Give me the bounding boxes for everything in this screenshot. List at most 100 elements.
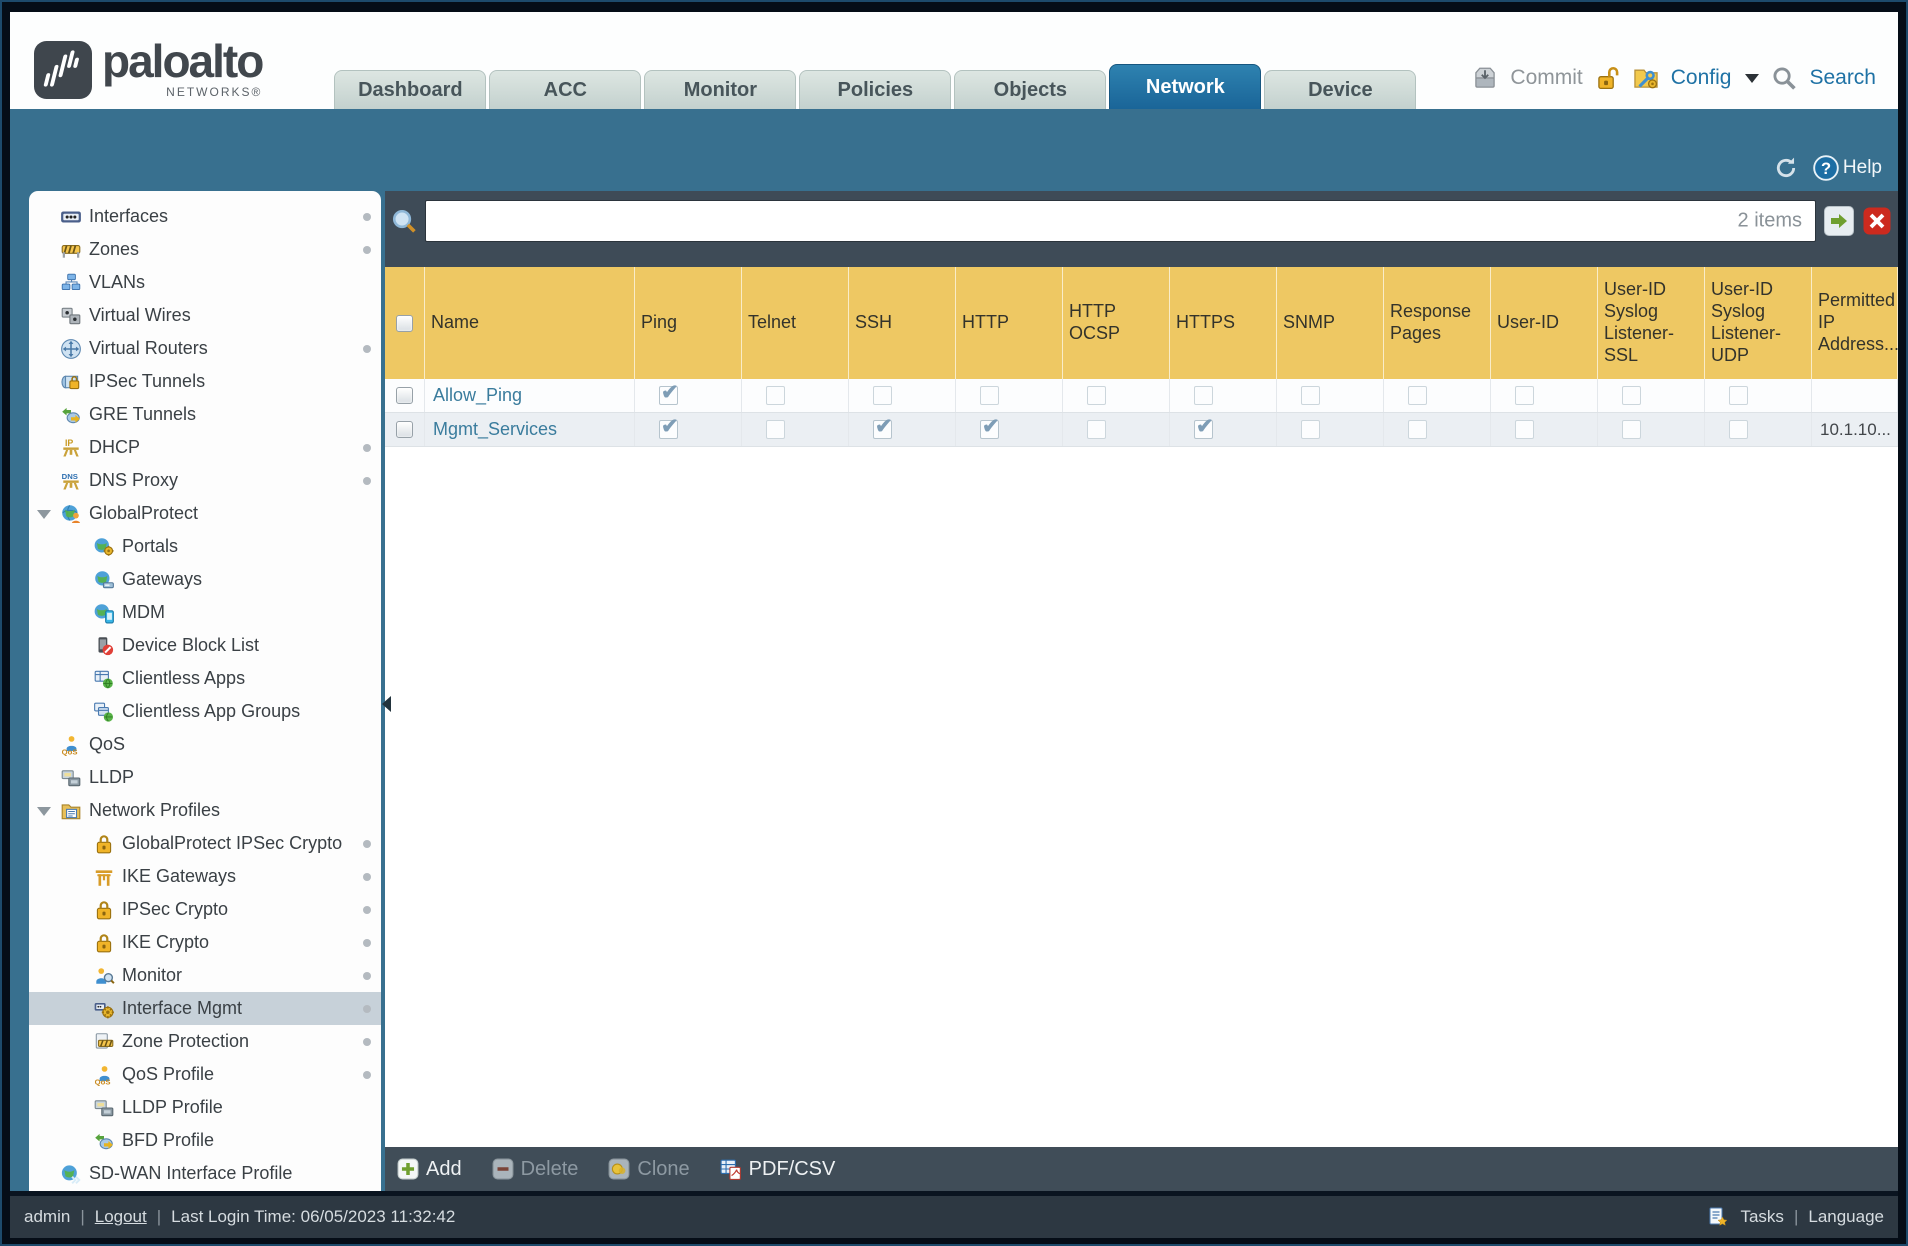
chevron-down-icon[interactable] — [1745, 73, 1760, 83]
column-header-response_pages[interactable]: Response Pages — [1384, 267, 1491, 379]
sidebar-item-portals[interactable]: Portals — [29, 530, 381, 563]
sidebar-item-ipsec-crypto[interactable]: IPSec Crypto — [29, 893, 381, 926]
sidebar-item-clientless-app-groups[interactable]: Clientless App Groups — [29, 695, 381, 728]
sidebar-item-lldp-profile[interactable]: LLDP Profile — [29, 1091, 381, 1124]
column-header-uid_syslog_ssl[interactable]: User-ID Syslog Listener-SSL — [1598, 267, 1705, 379]
sidebar-item-clientless-apps[interactable]: Clientless Apps — [29, 662, 381, 695]
search-button[interactable]: Search — [1809, 66, 1876, 90]
apply-filter-button[interactable] — [1824, 206, 1854, 236]
column-header-telnet[interactable]: Telnet — [742, 267, 849, 379]
ping-checkbox[interactable] — [659, 380, 679, 405]
row-select-checkbox[interactable] — [396, 387, 413, 404]
column-header-ssh[interactable]: SSH — [849, 267, 956, 379]
column-header-name[interactable]: Name — [425, 267, 635, 379]
select-all-checkbox[interactable] — [396, 314, 413, 332]
response_pages-checkbox[interactable] — [1408, 420, 1427, 439]
sidebar-item-ike-crypto[interactable]: IKE Crypto — [29, 926, 381, 959]
sidebar-item-globalprotect-ipsec-crypto[interactable]: GlobalProtect IPSec Crypto — [29, 827, 381, 860]
sidebar-item-dns-proxy[interactable]: DNS DNS Proxy — [29, 464, 381, 497]
ssh-checkbox[interactable] — [873, 414, 893, 439]
sidebar-item-interface-mgmt[interactable]: Interface Mgmt — [29, 992, 381, 1025]
table-row[interactable]: Allow_Ping — [385, 379, 1898, 413]
delete-button[interactable]: Delete — [492, 1158, 578, 1181]
snmp-checkbox[interactable] — [1301, 386, 1320, 405]
logout-link[interactable]: Logout — [95, 1207, 147, 1227]
sidebar-item-bfd-profile[interactable]: BFD Profile — [29, 1124, 381, 1157]
sidebar-item-network-profiles[interactable]: Network Profiles — [29, 794, 381, 827]
sidebar-item-mdm[interactable]: MDM — [29, 596, 381, 629]
tab-acc[interactable]: ACC — [489, 70, 642, 109]
telnet-checkbox[interactable] — [766, 420, 785, 439]
sidebar-item-virtual-routers[interactable]: Virtual Routers — [29, 332, 381, 365]
sidebar-item-vlans[interactable]: VLANs — [29, 266, 381, 299]
column-header-http[interactable]: HTTP — [956, 267, 1063, 379]
snmp-checkbox[interactable] — [1301, 420, 1320, 439]
http_ocsp-checkbox[interactable] — [1087, 420, 1106, 439]
tab-device[interactable]: Device — [1264, 70, 1417, 109]
uid_syslog_udp-checkbox[interactable] — [1729, 386, 1748, 405]
profile-name-link[interactable]: Allow_Ping — [433, 385, 522, 406]
tasks-button[interactable]: Tasks — [1740, 1207, 1783, 1227]
clear-filter-button[interactable] — [1862, 206, 1892, 236]
refresh-icon[interactable] — [1773, 155, 1799, 181]
sidebar-item-gre-tunnels[interactable]: GRE Tunnels — [29, 398, 381, 431]
sidebar-item-globalprotect[interactable]: GlobalProtect — [29, 497, 381, 530]
sidebar-item-lldp[interactable]: LLDP — [29, 761, 381, 794]
expand-caret-icon[interactable] — [37, 510, 51, 519]
telnet-checkbox[interactable] — [766, 386, 785, 405]
https-checkbox[interactable] — [1194, 386, 1213, 405]
help-icon[interactable]: ? — [1813, 155, 1839, 181]
lock-open-icon[interactable] — [1595, 65, 1621, 91]
language-button[interactable]: Language — [1808, 1207, 1884, 1227]
column-header-http_ocsp[interactable]: HTTP OCSP — [1063, 267, 1170, 379]
filter-input[interactable] — [425, 200, 1816, 242]
column-header-https[interactable]: HTTPS — [1170, 267, 1277, 379]
sidebar-item-virtual-wires[interactable]: Virtual Wires — [29, 299, 381, 332]
sidebar-item-sd-wan-interface-profile[interactable]: SD-WAN Interface Profile — [29, 1157, 381, 1190]
table-row[interactable]: Mgmt_Services 10.1.10... — [385, 413, 1898, 447]
sidebar-item-interfaces[interactable]: Interfaces — [29, 200, 381, 233]
ping-checkbox[interactable] — [659, 414, 679, 439]
commit-button[interactable]: Commit — [1510, 66, 1582, 90]
profile-name-link[interactable]: Mgmt_Services — [433, 419, 557, 440]
http_ocsp-checkbox[interactable] — [1087, 386, 1106, 405]
uid_syslog_ssl-checkbox[interactable] — [1622, 386, 1641, 405]
add-button[interactable]: Add — [397, 1158, 462, 1181]
tab-network[interactable]: Network — [1109, 64, 1262, 109]
sidebar-item-qos-profile[interactable]: QoS QoS Profile — [29, 1058, 381, 1091]
sidebar-item-zones[interactable]: Zones — [29, 233, 381, 266]
row-select-checkbox[interactable] — [396, 421, 413, 438]
help-label[interactable]: Help — [1843, 157, 1882, 179]
tab-dashboard[interactable]: Dashboard — [334, 70, 487, 109]
sidebar-item-ipsec-tunnels[interactable]: IPSec Tunnels — [29, 365, 381, 398]
tab-policies[interactable]: Policies — [799, 70, 952, 109]
sidebar-item-device-block-list[interactable]: Device Block List — [29, 629, 381, 662]
sidebar-item-ike-gateways[interactable]: IKE Gateways — [29, 860, 381, 893]
sidebar-item-monitor[interactable]: Monitor — [29, 959, 381, 992]
sidebar-collapse-icon[interactable] — [382, 696, 391, 712]
ssh-checkbox[interactable] — [873, 386, 892, 405]
http-checkbox[interactable] — [980, 414, 1000, 439]
column-header-uid_syslog_udp[interactable]: User-ID Syslog Listener-UDP — [1705, 267, 1812, 379]
uid_syslog_ssl-checkbox[interactable] — [1622, 420, 1641, 439]
response_pages-checkbox[interactable] — [1408, 386, 1427, 405]
tab-objects[interactable]: Objects — [954, 70, 1107, 109]
pdf-csv-button[interactable]: PDF/CSV — [720, 1158, 835, 1181]
sidebar-item-dhcp[interactable]: IP DHCP — [29, 431, 381, 464]
http-checkbox[interactable] — [980, 386, 999, 405]
column-header-ping[interactable]: Ping — [635, 267, 742, 379]
sidebar-item-qos[interactable]: QoS QoS — [29, 728, 381, 761]
column-header-snmp[interactable]: SNMP — [1277, 267, 1384, 379]
user_id-checkbox[interactable] — [1515, 386, 1534, 405]
expand-caret-icon[interactable] — [37, 807, 51, 816]
https-checkbox[interactable] — [1194, 414, 1214, 439]
sidebar-item-zone-protection[interactable]: Zone Protection — [29, 1025, 381, 1058]
tab-monitor[interactable]: Monitor — [644, 70, 797, 109]
user_id-checkbox[interactable] — [1515, 420, 1534, 439]
config-button[interactable]: Config — [1671, 66, 1732, 90]
column-header-permitted_ip[interactable]: Permitted IP Address... — [1812, 267, 1899, 379]
uid_syslog_udp-checkbox[interactable] — [1729, 420, 1748, 439]
sidebar-item-gateways[interactable]: Gateways — [29, 563, 381, 596]
clone-button[interactable]: Clone — [608, 1158, 690, 1181]
column-header-user_id[interactable]: User-ID — [1491, 267, 1598, 379]
